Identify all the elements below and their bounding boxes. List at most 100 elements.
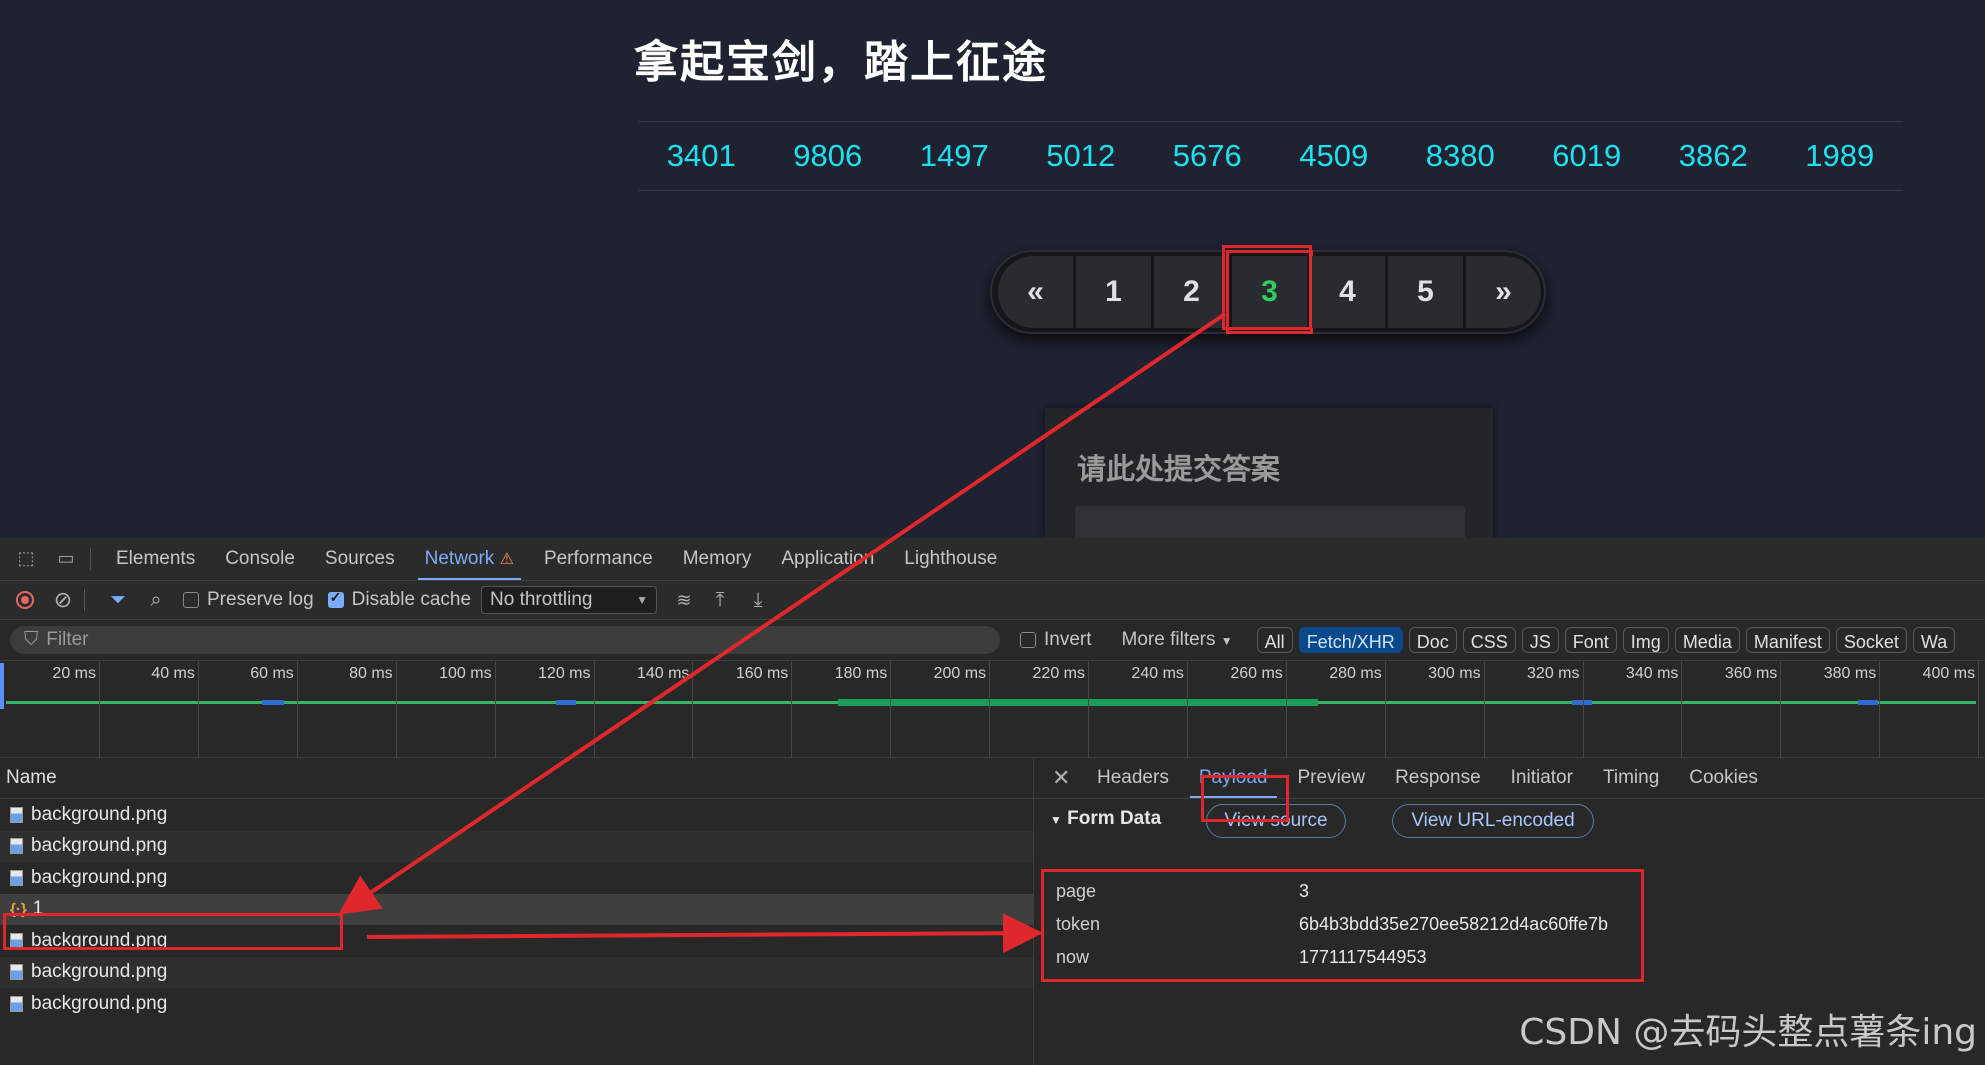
timeline-tick-label: 60 ms: [250, 665, 294, 682]
timeline-tick: 140 ms: [637, 661, 694, 757]
type-filter-img[interactable]: Img: [1622, 627, 1669, 653]
type-filter-all[interactable]: All: [1256, 627, 1293, 653]
timeline-tick-label: 220 ms: [1032, 665, 1085, 682]
warning-icon: ⚠: [499, 551, 514, 568]
request-row[interactable]: background.png: [0, 956, 1033, 988]
type-filter-socket[interactable]: Socket: [1835, 627, 1907, 653]
number-item: 1989: [1805, 138, 1875, 173]
timeline-tick-label: 120 ms: [538, 665, 591, 682]
tab-headers[interactable]: Headers: [1082, 758, 1184, 798]
pager-page-1[interactable]: 1: [1076, 256, 1151, 328]
tab-initiator[interactable]: Initiator: [1496, 758, 1588, 798]
request-list-header: Name: [0, 758, 1034, 799]
pager-page-5[interactable]: 5: [1388, 256, 1463, 328]
request-row[interactable]: background.png: [0, 862, 1033, 894]
number-item: 3862: [1678, 138, 1748, 173]
tab-preview[interactable]: Preview: [1283, 758, 1381, 798]
chevron-down-icon: ▼: [636, 593, 649, 607]
image-file-icon: [10, 806, 23, 823]
preserve-log-checkbox[interactable]: [183, 592, 199, 608]
timeline-tick: 180 ms: [835, 661, 892, 757]
tab-performance[interactable]: Performance: [529, 538, 668, 580]
tab-sources[interactable]: Sources: [310, 538, 410, 580]
timeline-tick: 300 ms: [1428, 661, 1485, 757]
form-data-section-toggle[interactable]: ▼ Form Data: [1050, 808, 1161, 830]
timeline-tick-label: 40 ms: [151, 665, 195, 682]
image-file-icon: [10, 838, 23, 855]
type-filter-manifest[interactable]: Manifest: [1745, 627, 1830, 653]
type-filter-media[interactable]: Media: [1674, 627, 1740, 653]
pager-next-button[interactable]: »: [1466, 256, 1541, 328]
timeline-request-bar: [262, 700, 284, 705]
timeline-tick-label: 380 ms: [1823, 665, 1877, 682]
tab-network-label: Network: [424, 548, 495, 569]
tab-elements[interactable]: Elements: [101, 538, 210, 580]
annotation-box-form-data: [1041, 869, 1644, 982]
more-filters-button[interactable]: More filters ▼: [1122, 629, 1233, 651]
request-name: background.png: [31, 803, 168, 825]
clear-icon[interactable]: ⊘: [50, 587, 76, 613]
answer-title: 请此处提交答案: [1077, 452, 1281, 486]
timeline-request-bar: [556, 700, 576, 705]
network-conditions-icon[interactable]: ≋: [671, 587, 697, 613]
timeline-tick: 340 ms: [1626, 661, 1683, 757]
timeline-tick-label: 200 ms: [933, 665, 987, 682]
timeline-tick-label: 160 ms: [735, 665, 789, 682]
timeline-tick-label: 300 ms: [1428, 665, 1481, 682]
search-icon[interactable]: ⌕: [143, 587, 169, 613]
type-filter-doc[interactable]: Doc: [1408, 627, 1457, 653]
type-filter-css[interactable]: CSS: [1462, 627, 1516, 653]
number-item: 3401: [666, 138, 736, 173]
tab-timing[interactable]: Timing: [1588, 758, 1674, 798]
type-filter-wasm[interactable]: Wa: [1912, 627, 1956, 653]
timeline-xhr-bar: [838, 699, 1318, 706]
filter-bar: ⛉ Filter Invert More filters ▼ All Fetch…: [0, 620, 1985, 661]
type-filter-fetch-xhr[interactable]: Fetch/XHR: [1298, 627, 1403, 653]
invert-checkbox[interactable]: [1020, 632, 1036, 648]
inspect-element-icon[interactable]: ⬚: [12, 548, 40, 570]
timeline-tick: 20 ms: [52, 661, 100, 757]
tab-network[interactable]: Network ⚠: [410, 538, 529, 580]
web-page: 拿起宝剑，踏上征途 3401 9806 1497 5012 5676 4509 …: [0, 0, 1985, 546]
invert-toggle[interactable]: Invert: [1006, 629, 1092, 651]
filter-icon: ⛉: [24, 629, 39, 650]
devtools-tabbar: ⬚ ▭ Elements Console Sources Network ⚠ P…: [0, 538, 1985, 581]
timeline-tick-label: 360 ms: [1724, 665, 1778, 682]
filter-funnel-icon[interactable]: ⏷: [105, 587, 131, 613]
pager-page-4[interactable]: 4: [1310, 256, 1385, 328]
view-url-encoded-button[interactable]: View URL-encoded: [1392, 804, 1594, 838]
disable-cache-label: Disable cache: [351, 589, 472, 610]
number-item: 6019: [1552, 138, 1622, 173]
name-column-header[interactable]: Name: [6, 767, 57, 789]
record-stop-icon[interactable]: [12, 587, 38, 613]
image-file-icon: [10, 995, 23, 1012]
number-row: 3401 9806 1497 5012 5676 4509 8380 6019 …: [638, 121, 1903, 191]
timeline-tick-label: 20 ms: [52, 665, 96, 682]
close-icon[interactable]: ✕: [1052, 765, 1070, 791]
type-filter-js[interactable]: JS: [1521, 627, 1559, 653]
pager-prev-button[interactable]: «: [998, 256, 1073, 328]
pager-page-2[interactable]: 2: [1154, 256, 1229, 328]
timeline-tick: 40 ms: [151, 661, 199, 757]
tab-console[interactable]: Console: [210, 538, 310, 580]
device-toolbar-icon[interactable]: ▭: [52, 548, 80, 570]
tab-cookies[interactable]: Cookies: [1674, 758, 1773, 798]
timeline-tick: 380 ms: [1824, 661, 1881, 757]
throttling-select[interactable]: No throttling ▼: [481, 586, 658, 614]
annotation-box-request: [3, 913, 343, 950]
type-filter-font[interactable]: Font: [1564, 627, 1617, 653]
disable-cache-checkbox[interactable]: [327, 589, 344, 608]
request-row[interactable]: background.png: [0, 830, 1033, 862]
invert-label: Invert: [1044, 629, 1092, 650]
network-timeline[interactable]: 20 ms 40 ms 60 ms 80 ms 100 ms 120 ms 140 ms 16…: [0, 661, 1985, 758]
request-row[interactable]: background.png: [0, 988, 1033, 1020]
tab-memory[interactable]: Memory: [668, 538, 767, 580]
tab-lighthouse[interactable]: Lighthouse: [889, 538, 1012, 580]
filter-input[interactable]: ⛉ Filter: [10, 626, 1000, 654]
tab-application[interactable]: Application: [766, 538, 889, 580]
timeline-tick: 200 ms: [934, 661, 991, 757]
export-har-icon[interactable]: ⤓: [745, 587, 771, 613]
request-row[interactable]: background.png: [0, 799, 1033, 831]
tab-response[interactable]: Response: [1380, 758, 1496, 798]
import-har-icon[interactable]: ⤒: [707, 587, 733, 613]
